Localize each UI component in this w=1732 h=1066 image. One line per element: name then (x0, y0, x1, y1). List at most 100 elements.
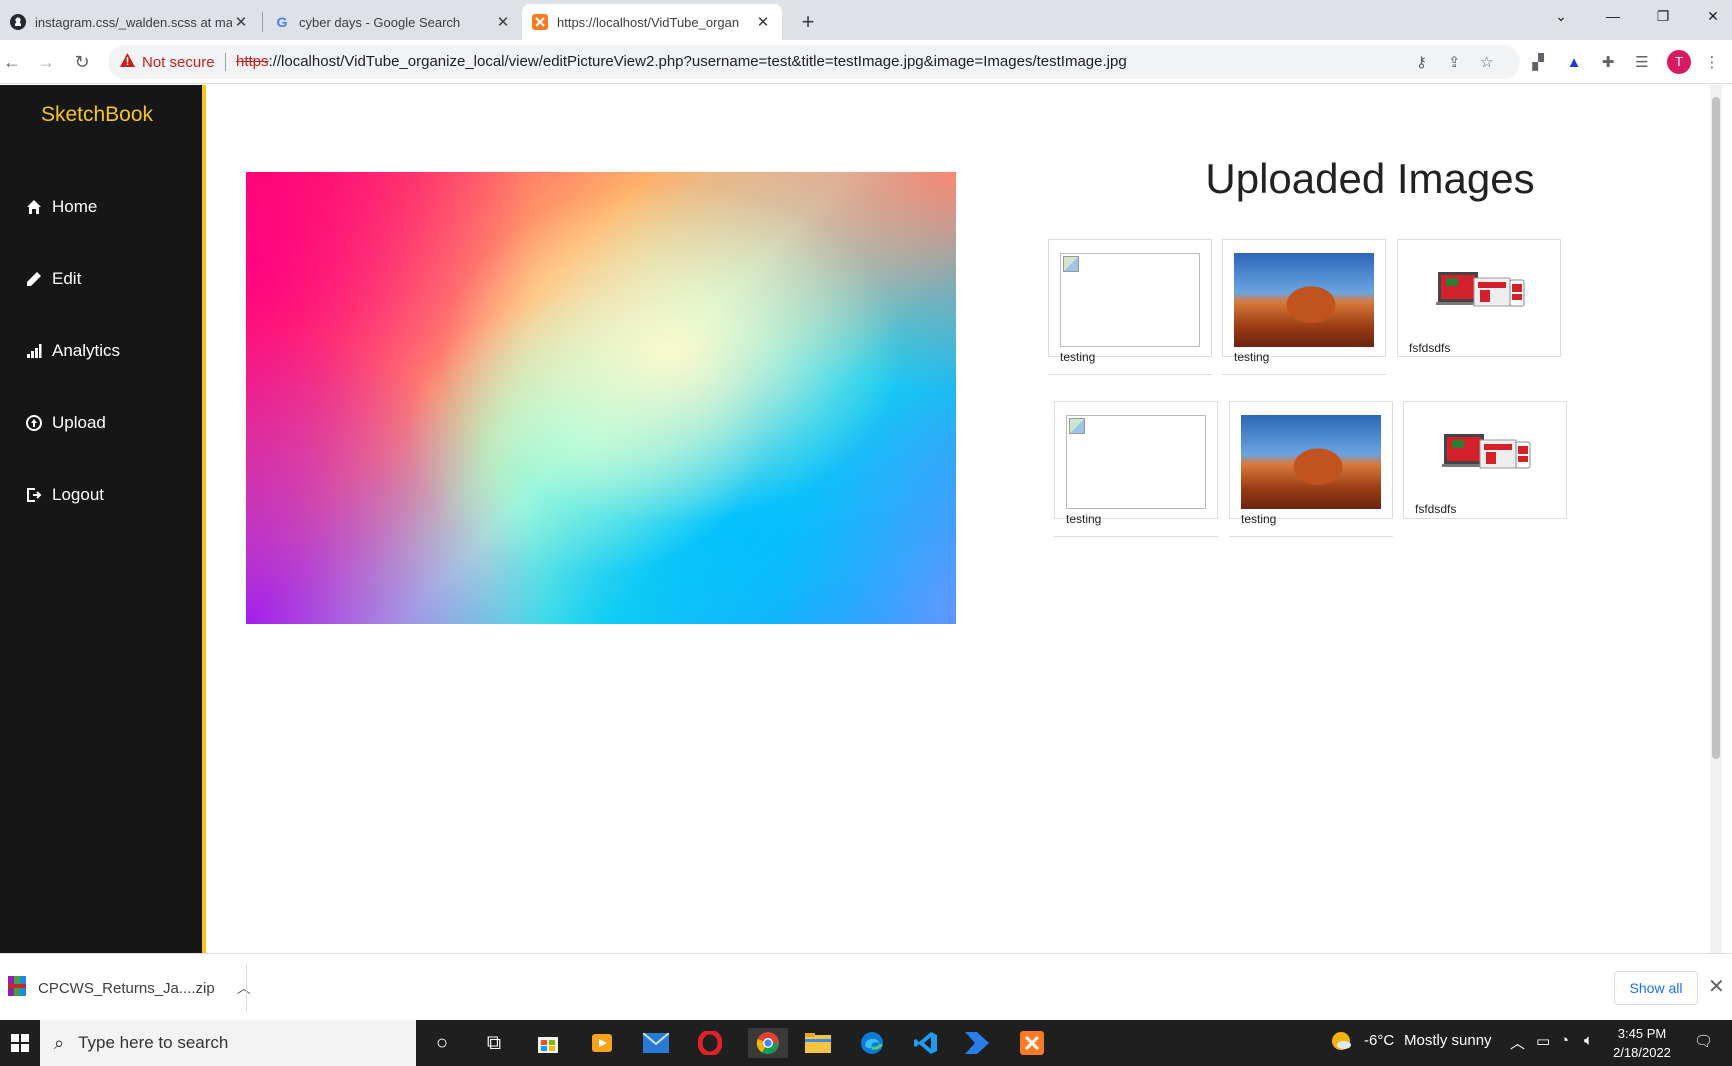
desert-thumbnail (1234, 253, 1374, 347)
image-card-label: testing (1234, 350, 1270, 364)
url-text[interactable]: https://localhost/VidTube_organize_local… (236, 53, 1127, 70)
close-window-icon[interactable]: ✕ (1690, 0, 1732, 32)
not-secure-label: Not secure (142, 53, 215, 71)
image-card[interactable]: testing (1048, 239, 1212, 375)
broken-image-icon (1066, 415, 1206, 509)
image-card-label: fsfdsdfs (1415, 502, 1457, 516)
close-tab-icon[interactable]: ✕ (754, 13, 772, 31)
broken-image-icon (1060, 253, 1200, 347)
menu-kebab-icon[interactable]: ⋮ (1702, 52, 1722, 72)
tab-google[interactable]: G cyber days - Google Search ✕ (264, 4, 522, 40)
image-card[interactable]: fsfdsdfs (1403, 401, 1567, 519)
taskbar-clock[interactable]: 3:45 PM 2/18/2022 (1602, 1024, 1682, 1062)
bookmark-star-icon[interactable]: ☆ (1480, 53, 1493, 71)
sidebar-item-logout[interactable]: Logout (25, 485, 104, 505)
google-icon: G (274, 14, 290, 30)
show-all-button[interactable]: Show all (1614, 971, 1698, 1005)
weather-condition[interactable]: Mostly sunny (1404, 1032, 1492, 1049)
restore-icon[interactable]: ❐ (1640, 0, 1686, 32)
mail-icon[interactable] (640, 1028, 672, 1058)
page-scrollbar[interactable] (1710, 85, 1722, 953)
tab-title: cyber days - Google Search (299, 14, 461, 30)
minimize-icon[interactable]: — (1590, 0, 1636, 32)
sidebar-item-label: Logout (52, 485, 104, 504)
image-card-label: testing (1060, 350, 1096, 364)
close-tab-icon[interactable]: ✕ (232, 13, 250, 31)
tab-strip: instagram.css/_walden.scss at ma ✕ G cyb… (0, 0, 1732, 40)
tab-search-icon[interactable]: ⌄ (1538, 0, 1584, 32)
media-player-icon[interactable] (586, 1028, 618, 1058)
home-icon (25, 198, 43, 216)
forward-icon[interactable]: → (34, 50, 58, 74)
brand-logo[interactable]: SketchBook (0, 103, 194, 127)
xampp-taskbar-icon[interactable] (1016, 1028, 1048, 1058)
zip-archive-icon (8, 976, 26, 1000)
profile-avatar[interactable]: T (1667, 50, 1691, 74)
sidebar-item-analytics[interactable]: Analytics (25, 341, 120, 361)
card-divider (1222, 374, 1386, 375)
tab-localhost[interactable]: https://localhost/VidTube_organ ✕ (522, 4, 782, 40)
task-view-icon[interactable]: ⧉ (478, 1028, 510, 1058)
download-divider (246, 964, 247, 1012)
opera-icon[interactable] (694, 1028, 726, 1058)
logout-icon (25, 486, 43, 504)
edge-icon[interactable] (856, 1028, 888, 1058)
close-download-bar-icon[interactable]: ✕ (1708, 974, 1725, 999)
new-tab-button[interactable]: + (794, 8, 822, 36)
windows-start-icon[interactable] (0, 1020, 40, 1066)
chevron-up-icon[interactable]: ︿ (237, 978, 251, 998)
puzzle-extensions-icon[interactable]: ✚ (1598, 52, 1618, 72)
security-indicator[interactable]: Not secure (120, 53, 215, 71)
sidebar-item-edit[interactable]: Edit (25, 269, 81, 289)
microsoft-store-icon[interactable] (532, 1028, 564, 1058)
sidebar-item-label: Home (52, 197, 98, 216)
network-icon[interactable]: ◔ (1560, 1032, 1569, 1049)
tab-github[interactable]: instagram.css/_walden.scss at ma ✕ (0, 4, 260, 40)
scrollbar-thumb[interactable] (1712, 97, 1720, 759)
key-icon[interactable]: ⚷ (1416, 53, 1427, 71)
download-filename: CPCWS_Returns_Ja....zip (38, 979, 215, 997)
volume-icon[interactable]: 🔈︎ (1584, 1032, 1593, 1049)
card-divider (1054, 536, 1218, 537)
image-card[interactable]: fsfdsdfs (1397, 239, 1561, 357)
url-path: ://localhost/VidTube_organize_local/view… (268, 53, 1127, 70)
share-icon[interactable]: ⇪ (1448, 53, 1461, 71)
weather-temperature[interactable]: -6°C (1364, 1032, 1394, 1049)
url-scheme: https (236, 53, 269, 70)
address-bar[interactable]: Not secure https://localhost/VidTube_org… (108, 45, 1520, 79)
reading-list-icon[interactable]: ☰ (1632, 52, 1652, 72)
download-item[interactable]: CPCWS_Returns_Ja....zip ︿ (8, 976, 251, 1000)
sidebar-item-home[interactable]: Home (25, 197, 97, 217)
cortana-icon[interactable]: ○ (426, 1028, 458, 1058)
image-card-label: testing (1066, 512, 1102, 526)
paint-roller-extension-icon[interactable]: ▞ (1528, 52, 1548, 72)
back-icon[interactable]: ← (0, 50, 24, 74)
file-explorer-icon[interactable] (802, 1028, 834, 1058)
close-tab-icon[interactable]: ✕ (494, 13, 512, 31)
sidebar-item-upload[interactable]: Upload (25, 413, 106, 433)
image-card-label: testing (1241, 512, 1277, 526)
image-card[interactable]: testing (1222, 239, 1386, 375)
svg-text:G: G (277, 14, 288, 30)
battery-icon[interactable]: ▭ (1536, 1032, 1550, 1050)
image-card[interactable]: testing (1229, 401, 1393, 537)
show-hidden-icons-chevron-icon[interactable]: ︿ (1510, 1032, 1525, 1053)
triangle-extension-icon[interactable]: ▲ (1564, 52, 1584, 72)
bar-chart-icon (25, 342, 43, 360)
tab-title: https://localhost/VidTube_organ (557, 14, 740, 30)
search-icon: ⌕ (54, 1032, 65, 1053)
weather-sun-icon[interactable] (1330, 1030, 1352, 1056)
tab-title: instagram.css/_walden.scss at ma (35, 14, 232, 30)
chrome-icon[interactable] (748, 1028, 788, 1058)
card-divider (1229, 536, 1393, 537)
desert-thumbnail (1241, 415, 1381, 509)
vscode-icon[interactable] (910, 1028, 942, 1058)
reload-icon[interactable]: ↻ (70, 50, 94, 74)
power-automate-icon[interactable] (962, 1028, 994, 1058)
notification-center-icon[interactable]: 🗨︎ (1694, 1032, 1713, 1050)
device-mockup-thumbnail (1442, 430, 1534, 478)
upload-icon (25, 414, 43, 432)
image-card[interactable]: testing (1054, 401, 1218, 537)
github-icon (10, 14, 26, 30)
taskbar-search[interactable]: ⌕ Type here to search (40, 1020, 416, 1066)
